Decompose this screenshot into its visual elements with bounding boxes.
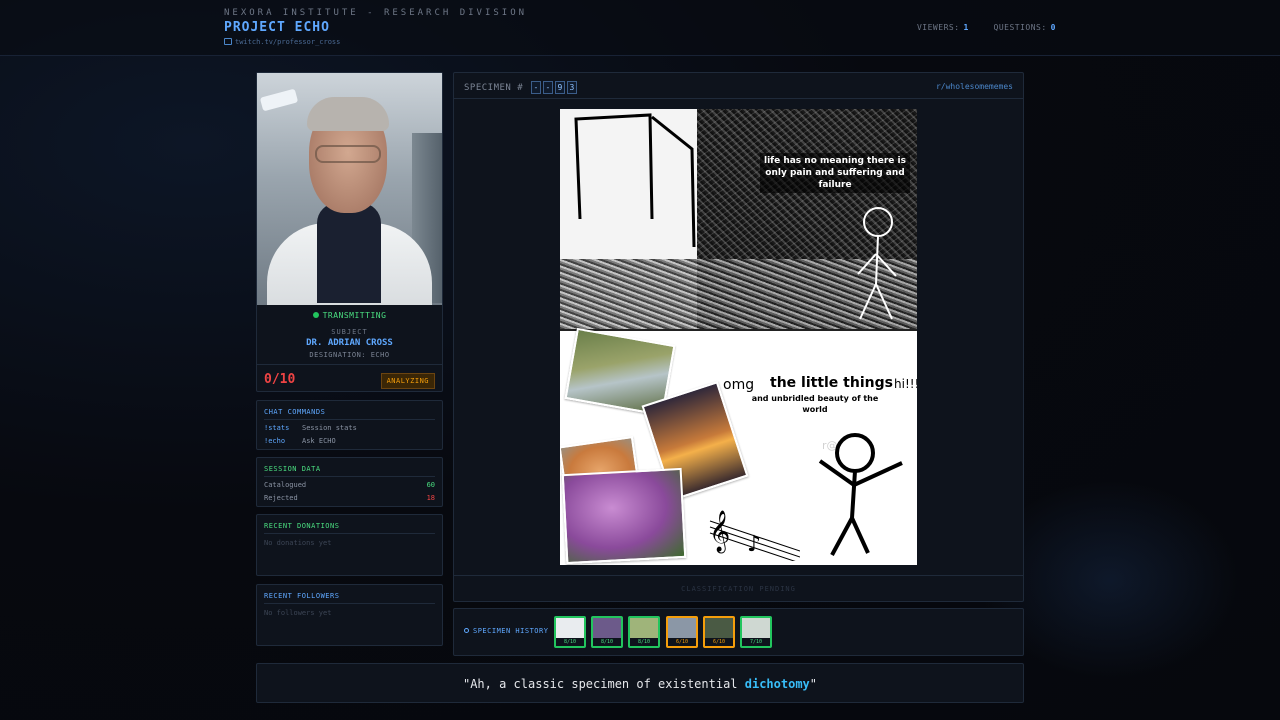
questions-count: 0 bbox=[1050, 23, 1056, 32]
session-data-panel: SESSION DATA Catalogued 60 Rejected 18 bbox=[256, 457, 443, 507]
meme-bottom: omg the little things hi!!! and unbridle… bbox=[560, 327, 917, 565]
stream-stats: VIEWERS: 1 QUESTIONS: 0 bbox=[917, 23, 1056, 32]
specimen-history-panel: SPECIMEN HISTORY 8/10 8/10 8/10 6/10 6/1… bbox=[453, 608, 1024, 656]
meme-omg: omg bbox=[723, 377, 755, 393]
specimen-panel: SPECIMEN # --93 r/wholesomememes life ha… bbox=[453, 72, 1024, 602]
thumb-image bbox=[742, 618, 770, 638]
command-row: !stats Session stats bbox=[264, 424, 435, 432]
photo-flowers bbox=[561, 467, 687, 565]
sad-stick-figure bbox=[857, 207, 897, 320]
viewers-label: VIEWERS: bbox=[916, 23, 960, 32]
header: NEXORA INSTITUTE - RESEARCH DIVISION PRO… bbox=[0, 0, 1280, 56]
chat-commands-title: CHAT COMMANDS bbox=[264, 408, 435, 420]
questions-label: QUESTIONS: bbox=[993, 23, 1047, 32]
specimen-history-label: SPECIMEN HISTORY bbox=[464, 627, 548, 635]
project-title: PROJECT ECHO bbox=[224, 20, 330, 35]
meme-top-text: life has no meaning there is only pain a… bbox=[760, 153, 910, 193]
live-dot-icon bbox=[312, 312, 319, 318]
org-name: NEXORA INSTITUTE - RESEARCH DIVISION bbox=[224, 8, 528, 18]
channel-link[interactable]: twitch.tv/professor_cross bbox=[224, 38, 340, 46]
specimen-digit: - bbox=[543, 81, 554, 94]
specimen-digit: 9 bbox=[555, 81, 566, 94]
happy-stick-figure bbox=[818, 433, 903, 556]
channel-url: twitch.tv/professor_cross bbox=[235, 38, 341, 46]
specimen-digit: 3 bbox=[567, 81, 578, 94]
meme-hi: hi!!! bbox=[894, 377, 917, 391]
command-name: !echo bbox=[264, 437, 286, 445]
echo-quote: "Ah, a classic specimen of existential d… bbox=[256, 663, 1024, 703]
specimen-history-title: SPECIMEN HISTORY bbox=[473, 627, 549, 635]
meme-image: life has no meaning there is only pain a… bbox=[560, 109, 917, 565]
profile-card: TRANSMITTING SUBJECT DR. ADRIAN CROSS DE… bbox=[256, 72, 443, 392]
subject-photo bbox=[257, 73, 442, 305]
thumb-score: 8/10 bbox=[630, 638, 658, 646]
svg-text:𝄞: 𝄞 bbox=[709, 510, 730, 553]
quote-end: " bbox=[809, 677, 818, 691]
music-note-icon: 𝄞 ♪ bbox=[709, 510, 800, 561]
meme-subtext: and unbridled beauty of the world bbox=[751, 394, 879, 414]
recent-followers-title: RECENT FOLLOWERS bbox=[264, 592, 435, 604]
score-row: 0/10 ANALYZING bbox=[257, 364, 442, 392]
command-desc: Session stats bbox=[302, 424, 357, 432]
history-thumb[interactable]: 8/10 bbox=[591, 616, 623, 648]
classification-status: CLASSIFICATION PENDING bbox=[454, 575, 1023, 601]
catalogued-count: 60 bbox=[426, 481, 435, 489]
history-icon bbox=[464, 628, 469, 633]
thumb-score: 6/10 bbox=[668, 638, 696, 646]
catalogued-row: Catalogued 60 bbox=[264, 481, 435, 489]
transmit-status: TRANSMITTING bbox=[257, 311, 442, 320]
command-desc: Ask ECHO bbox=[302, 437, 336, 445]
meme-little-things: the little things bbox=[770, 375, 893, 391]
transmit-status-text: TRANSMITTING bbox=[322, 311, 387, 320]
command-name: !stats bbox=[264, 424, 290, 432]
thumb-score: 8/10 bbox=[556, 638, 584, 646]
history-thumb[interactable]: 8/10 bbox=[554, 616, 586, 648]
session-data-title: SESSION DATA bbox=[264, 465, 435, 477]
command-row: !echo Ask ECHO bbox=[264, 437, 435, 445]
subject-label: SUBJECT bbox=[331, 328, 368, 336]
quote-highlight: dichotomy bbox=[744, 677, 810, 691]
quote-text: "Ah, a classic specimen of existential bbox=[462, 677, 745, 691]
specimen-digit: - bbox=[531, 81, 542, 94]
subreddit-link[interactable]: r/wholesomememes bbox=[936, 82, 1013, 91]
recent-followers-panel: RECENT FOLLOWERS No followers yet bbox=[256, 584, 443, 646]
rejected-count: 18 bbox=[426, 494, 435, 502]
thumb-image bbox=[705, 618, 733, 638]
status-badge: ANALYZING bbox=[380, 373, 435, 389]
followers-empty: No followers yet bbox=[264, 609, 332, 617]
chat-commands-panel: CHAT COMMANDS !stats Session stats !echo A… bbox=[256, 400, 443, 450]
thumb-image bbox=[630, 618, 658, 638]
subject-designation: DESIGNATION: ECHO bbox=[309, 351, 390, 359]
specimen-number: SPECIMEN # --93 bbox=[464, 81, 578, 94]
thumb-score: 7/10 bbox=[742, 638, 770, 646]
specimen-label: SPECIMEN # bbox=[464, 83, 524, 93]
recent-donations-panel: RECENT DONATIONS No donations yet bbox=[256, 514, 443, 576]
history-thumb[interactable]: 8/10 bbox=[628, 616, 660, 648]
thumb-image bbox=[556, 618, 584, 638]
rejected-label: Rejected bbox=[264, 494, 298, 502]
donations-empty: No donations yet bbox=[264, 539, 332, 547]
history-thumb[interactable]: 6/10 bbox=[703, 616, 735, 648]
history-thumb[interactable]: 6/10 bbox=[666, 616, 698, 648]
catalogued-label: Catalogued bbox=[264, 481, 307, 489]
thumb-image bbox=[593, 618, 621, 638]
specimen-header: SPECIMEN # --93 r/wholesomememes bbox=[454, 73, 1023, 99]
subject-name: DR. ADRIAN CROSS bbox=[306, 338, 393, 348]
twitch-icon bbox=[224, 38, 232, 45]
recent-donations-title: RECENT DONATIONS bbox=[264, 522, 435, 534]
viewers-count: 1 bbox=[963, 23, 969, 32]
rejected-row: Rejected 18 bbox=[264, 494, 435, 502]
history-thumb[interactable]: 7/10 bbox=[740, 616, 772, 648]
thumb-score: 8/10 bbox=[593, 638, 621, 646]
thumb-score: 6/10 bbox=[705, 638, 733, 646]
svg-text:♪: ♪ bbox=[747, 532, 761, 557]
current-score: 0/10 bbox=[264, 372, 296, 387]
thumb-image bbox=[668, 618, 696, 638]
